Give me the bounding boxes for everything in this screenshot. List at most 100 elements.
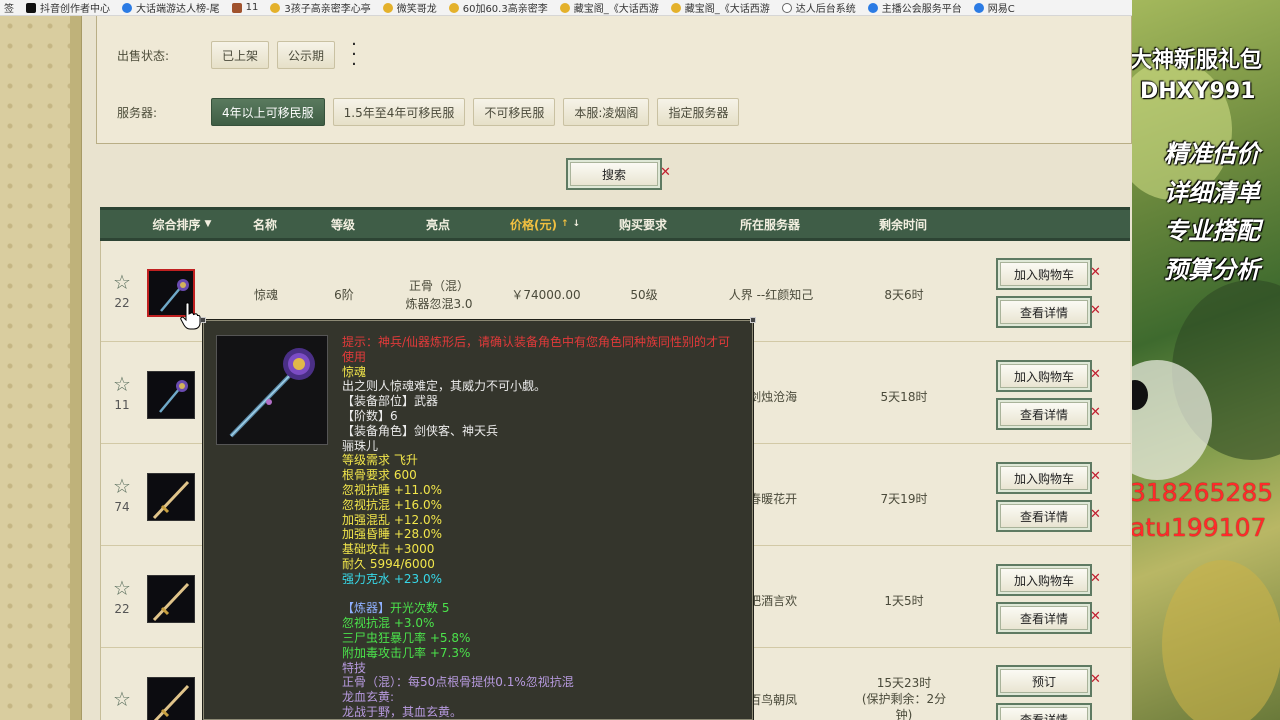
tooltip-slot: 【装备部位】武器	[342, 394, 439, 409]
tooltip-refine-line: 【炼器】开光次数 5	[342, 601, 742, 616]
add-to-cart-label: 加入购物车	[1000, 364, 1088, 388]
close-mark-icon: ✕	[1090, 507, 1101, 522]
item-remaining: 1天5时	[884, 594, 924, 608]
bookmark-label: 藏宝阁_《大话西游	[573, 4, 659, 15]
tooltip-owner: 骊珠儿	[342, 438, 379, 453]
item-thumbnail[interactable]	[147, 575, 195, 623]
tooltip-skill-desc: 正骨（混）：每50点根骨提供0.1%忽视抗混	[342, 675, 574, 690]
favorite-count: 74	[114, 500, 130, 514]
arrow-up-icon[interactable]: ↑	[561, 219, 569, 229]
more-options-icon[interactable]: · · ·	[347, 36, 361, 74]
view-details-label: 查看详情	[1000, 300, 1088, 324]
server-no-migrate-button[interactable]: 不可移民服	[473, 98, 556, 126]
col-remaining: 剩余时间	[878, 217, 927, 232]
item-remaining: 5天18时	[880, 390, 928, 404]
bookmark-label: 达人后台系统	[795, 4, 856, 15]
add-to-cart-button[interactable]: 加入购物车	[996, 462, 1092, 494]
favorite-star-icon[interactable]: ☆	[111, 476, 133, 496]
price-label: 价格(元)	[509, 217, 557, 232]
col-price[interactable]: 价格(元) ↑ ↓	[498, 210, 592, 238]
favorite-count: 22	[114, 602, 130, 616]
reserve-button[interactable]: 预订	[996, 665, 1092, 697]
left-pattern-border	[0, 16, 70, 720]
game-icon	[231, 2, 242, 13]
bookmark-item[interactable]: 藏宝阁_《大话西游	[667, 0, 778, 15]
bookmark-item[interactable]: 抖音创作者中心	[22, 0, 118, 15]
tooltip-stat: 基础攻击 +3000	[342, 542, 435, 557]
promo-line-text: 详细清单	[1164, 179, 1260, 207]
filter-public-period-button[interactable]: 公示期	[277, 41, 336, 69]
bookmark-item[interactable]: 大话端游达人榜-尾	[118, 0, 228, 15]
sort-dropdown[interactable]: 综合排序 ▼	[144, 210, 220, 238]
search-button-label: 搜索	[570, 162, 658, 186]
item-remaining: 7天19时	[880, 492, 928, 506]
close-mark-icon: ✕	[1090, 367, 1101, 382]
add-to-cart-button[interactable]: 加入购物车	[996, 258, 1092, 290]
bookmark-item[interactable]: 11	[228, 0, 267, 15]
search-button[interactable]: 搜索	[566, 158, 662, 190]
bookmark-item[interactable]: 签	[0, 0, 22, 15]
foliage-shape	[1162, 560, 1280, 720]
tooltip-level-req: 等级需求 飞升	[342, 453, 418, 468]
bookmark-label: 藏宝阁_《大话西游	[684, 4, 770, 15]
bookmark-item[interactable]: 藏宝阁_《大话西游	[556, 0, 667, 15]
tooltip-refine-title: 【炼器】	[342, 601, 391, 616]
arrow-down-icon[interactable]: ↓	[572, 219, 580, 229]
view-details-button[interactable]: 查看详情	[996, 296, 1092, 328]
server-current-button[interactable]: 本服:凌烟阁	[563, 98, 650, 126]
item-thumbnail[interactable]	[147, 371, 195, 419]
item-name: 惊魂	[253, 288, 278, 302]
add-to-cart-button[interactable]: 加入购物车	[996, 564, 1092, 596]
add-to-cart-label: 加入购物车	[1000, 466, 1088, 490]
bookmark-item[interactable]: 60加60.3高亲密李	[445, 0, 556, 15]
tooltip-refine-count: 开光次数 5	[390, 601, 450, 616]
bookmark-item[interactable]: 3孩子高亲密李心亭	[266, 0, 378, 15]
close-mark-icon: ✕	[1090, 672, 1101, 687]
tooltip-corner	[750, 317, 756, 323]
sale-status-label: 出售状态:	[117, 48, 170, 63]
tooltip-roles: 【装备角色】剑侠客、神天兵	[342, 423, 499, 438]
col-highlight: 亮点	[425, 217, 450, 232]
col-require: 购买要求	[618, 217, 667, 232]
close-mark-icon: ✕	[1090, 609, 1101, 624]
add-to-cart-label: 加入购物车	[1000, 568, 1088, 592]
col-level: 等级	[330, 217, 355, 232]
treasure-icon	[448, 2, 459, 13]
server-specific-button[interactable]: 指定服务器	[657, 98, 740, 126]
favorite-star-icon[interactable]: ☆	[111, 689, 133, 709]
filter-listed-button[interactable]: 已上架	[211, 41, 270, 69]
item-highlight-2: 炼器忽混3.0	[405, 297, 473, 311]
bookmark-item[interactable]: 主播公会服务平台	[864, 0, 970, 15]
close-mark-icon: ✕	[1090, 405, 1101, 420]
col-server: 所在服务器	[739, 217, 800, 232]
item-level: 6阶	[334, 288, 354, 302]
item-thumbnail[interactable]	[147, 677, 195, 720]
item-remaining: 8天6时	[884, 288, 924, 302]
sale-status-row: 出售状态: 已上架 公示期 · · ·	[117, 36, 361, 74]
item-remaining: 15天23时	[876, 676, 932, 690]
server-4yr-button[interactable]: 4年以上可移民服	[211, 98, 325, 126]
browser-icon	[122, 2, 132, 13]
item-price: ￥74000.00	[511, 288, 581, 302]
globe-icon	[781, 2, 792, 13]
bookmark-label: 大话端游达人榜-尾	[136, 4, 220, 15]
col-name: 名称	[252, 217, 277, 232]
add-to-cart-button[interactable]: 加入购物车	[996, 360, 1092, 392]
view-details-button[interactable]: 查看详情	[996, 703, 1092, 720]
item-server: 人界 --红颜知己	[728, 288, 814, 302]
item-thumbnail[interactable]	[147, 473, 195, 521]
bookmark-item[interactable]: 微笑哥龙	[379, 0, 445, 15]
view-details-button[interactable]: 查看详情	[996, 500, 1092, 532]
bookmark-label: 微笑哥龙	[396, 4, 437, 15]
bookmark-item[interactable]: 达人后台系统	[778, 0, 864, 15]
view-details-button[interactable]: 查看详情	[996, 602, 1092, 634]
favorite-star-icon[interactable]: ☆	[111, 374, 133, 394]
favorite-star-icon[interactable]: ☆	[111, 272, 133, 292]
browser-icon	[867, 2, 878, 13]
server-1-5yr-button[interactable]: 1.5年至4年可移民服	[332, 98, 466, 126]
bookmark-item[interactable]: 网易C	[970, 0, 1023, 15]
server-row: 服务器: 4年以上可移民服 1.5年至4年可移民服 不可移民服 本服:凌烟阁 指…	[117, 98, 740, 126]
view-details-label: 查看详情	[1000, 707, 1088, 720]
view-details-button[interactable]: 查看详情	[996, 398, 1092, 430]
favorite-star-icon[interactable]: ☆	[111, 578, 133, 598]
